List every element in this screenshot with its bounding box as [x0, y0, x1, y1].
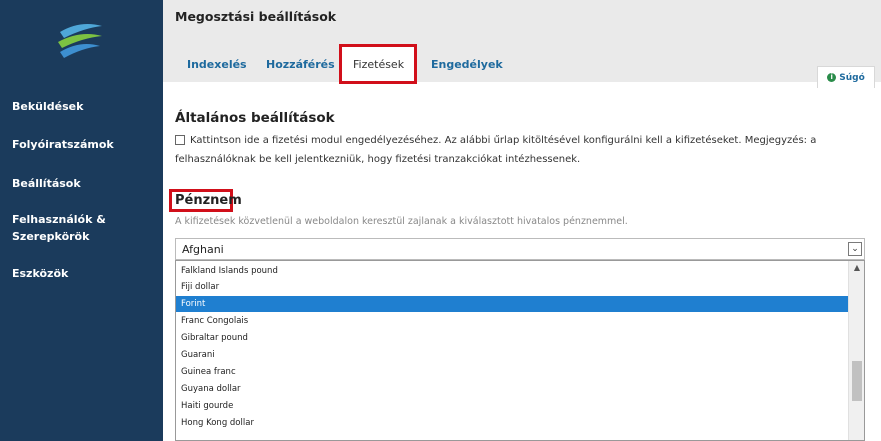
- list-item[interactable]: Haiti gourde: [176, 398, 848, 414]
- page-header: Megosztási beállítások Indexelés Hozzáfé…: [163, 0, 881, 88]
- currency-title: Pénznem: [175, 193, 242, 208]
- sidebar-item-issues[interactable]: Folyóiratszámok: [12, 136, 114, 153]
- currency-dropdown-list[interactable]: Falkland Islands pound Fiji dollar Forin…: [175, 260, 865, 441]
- list-item[interactable]: Franc Congolais: [176, 313, 848, 329]
- enable-payments-label: Kattintson ide a fizetési modul engedély…: [175, 135, 817, 165]
- tab-payments[interactable]: Fizetések: [353, 58, 404, 71]
- currency-select-value: Afghani: [182, 243, 224, 256]
- chevron-down-icon[interactable]: ⌄: [848, 242, 862, 256]
- currency-description: A kifizetések közvetlenül a weboldalon k…: [175, 216, 628, 227]
- list-item[interactable]: Guyana dollar: [176, 381, 848, 397]
- tab-permissions[interactable]: Engedélyek: [431, 58, 503, 71]
- list-item[interactable]: Hong Kong dollar: [176, 415, 848, 431]
- currency-select[interactable]: Afghani ⌄: [175, 238, 865, 260]
- help-button[interactable]: i Súgó: [817, 66, 875, 88]
- page-title: Megosztási beállítások: [175, 9, 337, 24]
- general-settings-title: Általános beállítások: [175, 110, 335, 126]
- list-item-selected[interactable]: Forint: [176, 296, 848, 312]
- help-label: Súgó: [839, 72, 865, 83]
- list-item[interactable]: Fiji dollar: [176, 279, 848, 295]
- info-icon: i: [827, 73, 837, 82]
- list-item[interactable]: Falkland Islands pound: [176, 263, 848, 279]
- scroll-up-arrow-icon[interactable]: ▲: [849, 261, 864, 275]
- tab-access[interactable]: Hozzáférés: [266, 58, 335, 71]
- journal-logo-icon[interactable]: [50, 18, 110, 62]
- tab-indexing[interactable]: Indexelés: [187, 58, 247, 71]
- sidebar-item-users-roles[interactable]: Felhasználók & Szerepkörök: [12, 211, 152, 245]
- list-item[interactable]: Gibraltar pound: [176, 330, 848, 346]
- app-root: Beküldések Folyóiratszámok Beállítások F…: [0, 0, 881, 441]
- sidebar: Beküldések Folyóiratszámok Beállítások F…: [0, 0, 163, 441]
- list-item[interactable]: Guarani: [176, 347, 848, 363]
- sidebar-item-submissions[interactable]: Beküldések: [12, 98, 83, 115]
- dropdown-scrollbar[interactable]: ▲: [848, 261, 864, 440]
- sidebar-item-tools[interactable]: Eszközök: [12, 265, 68, 282]
- list-item[interactable]: Guinea franc: [176, 364, 848, 380]
- scrollbar-thumb[interactable]: [852, 361, 862, 401]
- sidebar-item-settings[interactable]: Beállítások: [12, 175, 81, 192]
